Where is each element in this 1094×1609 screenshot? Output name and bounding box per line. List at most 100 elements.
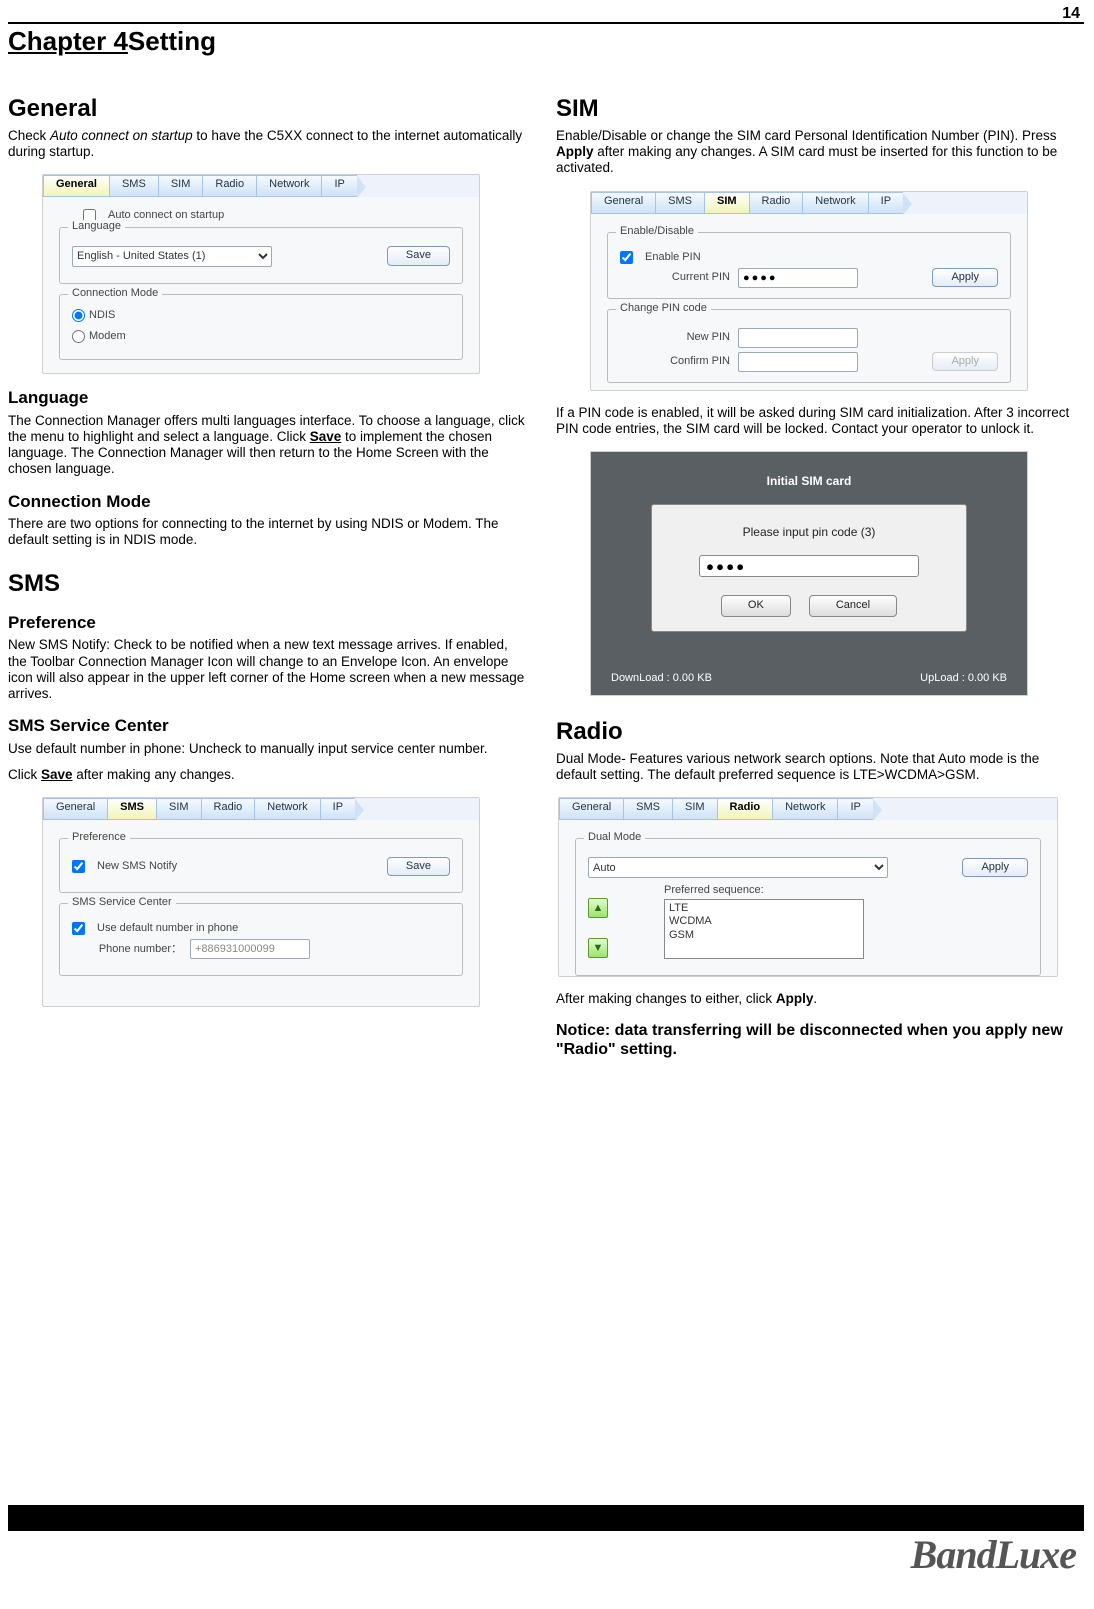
- upload-status: UpLoad : 0.00 KB: [920, 672, 1007, 685]
- new-pin-input[interactable]: [738, 328, 858, 348]
- current-pin-label: Current PIN: [620, 271, 730, 284]
- language-heading: Language: [8, 388, 526, 408]
- sim-intro: Enable/Disable or change the SIM card Pe…: [556, 128, 1074, 177]
- save-button[interactable]: Save: [387, 857, 450, 876]
- radio-heading: Radio: [556, 718, 1074, 747]
- language-legend: Language: [68, 220, 125, 233]
- tab-network[interactable]: Network: [254, 798, 319, 820]
- preference-legend: Preference: [68, 831, 130, 844]
- confirm-pin-input[interactable]: [738, 352, 858, 372]
- general-heading: General: [8, 95, 526, 124]
- dialog-banner: Initial SIM card: [591, 474, 1027, 488]
- tab-radio[interactable]: Radio: [201, 798, 255, 820]
- save-term: Save: [310, 429, 342, 444]
- sms-settings-figure: General SMS SIM Radio Network IP Prefere…: [42, 797, 480, 1007]
- tab-sim[interactable]: SIM: [704, 192, 749, 214]
- seq-item-lte[interactable]: LTE: [669, 902, 859, 915]
- tab-network[interactable]: Network: [802, 192, 867, 214]
- tab-sms[interactable]: SMS: [109, 175, 158, 197]
- tab-ip[interactable]: IP: [320, 798, 355, 820]
- dual-mode-select[interactable]: Auto: [588, 857, 888, 878]
- pin-code-input[interactable]: [699, 555, 919, 577]
- radio-ndis-label: NDIS: [89, 309, 115, 322]
- chapter-title: Setting: [128, 26, 216, 56]
- save-term: Save: [41, 767, 73, 782]
- tab-network[interactable]: Network: [772, 798, 837, 820]
- tab-sim[interactable]: SIM: [672, 798, 717, 820]
- tab-sim[interactable]: SIM: [158, 175, 203, 197]
- sms-service-center-legend: SMS Service Center: [68, 896, 176, 909]
- new-sms-notify-checkbox[interactable]: [72, 860, 85, 873]
- sim-settings-figure: General SMS SIM Radio Network IP Enable/…: [590, 191, 1028, 391]
- new-pin-label: New PIN: [620, 331, 730, 344]
- text: Check: [8, 128, 50, 143]
- new-sms-notify-label: New SMS Notify: [97, 860, 177, 873]
- sms-service-center-heading: SMS Service Center: [8, 716, 526, 736]
- move-up-button[interactable]: ▲: [588, 898, 608, 918]
- settings-tabs: General SMS SIM Radio Network IP: [559, 798, 1057, 820]
- save-button[interactable]: Save: [387, 246, 450, 265]
- tab-general[interactable]: General: [591, 192, 655, 214]
- page-top-rule: [8, 22, 1084, 24]
- radio-ndis[interactable]: [72, 309, 85, 322]
- apply-button[interactable]: Apply: [932, 268, 998, 287]
- language-body: The Connection Manager offers multi lang…: [8, 413, 526, 478]
- tab-sms[interactable]: SMS: [655, 192, 704, 214]
- tab-general[interactable]: General: [43, 798, 107, 820]
- tab-ip[interactable]: IP: [868, 192, 903, 214]
- settings-tabs: General SMS SIM Radio Network IP: [591, 192, 1027, 214]
- chapter-label: Chapter 4: [8, 26, 128, 56]
- text: after making any changes.: [73, 767, 235, 782]
- settings-tabs: General SMS SIM Radio Network IP: [43, 175, 479, 197]
- radio-notice: Notice: data transferring will be discon…: [556, 1021, 1074, 1059]
- chapter-heading: Chapter 4Setting: [8, 26, 1084, 57]
- enable-pin-label: Enable PIN: [645, 251, 701, 264]
- tab-ip[interactable]: IP: [321, 175, 356, 197]
- seq-item-gsm[interactable]: GSM: [669, 929, 859, 942]
- dual-mode-legend: Dual Mode: [584, 831, 645, 844]
- apply-button[interactable]: Apply: [962, 858, 1028, 877]
- use-default-number-label: Use default number in phone: [97, 922, 238, 935]
- use-default-number-checkbox[interactable]: [72, 922, 85, 935]
- dialog-inner: Please input pin code (3) OK Cancel: [651, 504, 967, 632]
- sms-heading: SMS: [8, 570, 526, 599]
- tab-sms[interactable]: SMS: [623, 798, 672, 820]
- tab-sim[interactable]: SIM: [156, 798, 201, 820]
- tab-network[interactable]: Network: [256, 175, 321, 197]
- connection-mode-body: There are two options for connecting to …: [8, 516, 526, 548]
- tab-radio[interactable]: Radio: [202, 175, 256, 197]
- language-select[interactable]: English - United States (1): [72, 246, 272, 267]
- tab-general[interactable]: General: [43, 175, 109, 197]
- text: after making any changes. A SIM card mus…: [556, 144, 1057, 175]
- tab-radio[interactable]: Radio: [717, 798, 773, 820]
- brand-logo: BandLuxe: [911, 1531, 1076, 1579]
- tab-radio[interactable]: Radio: [749, 192, 803, 214]
- tab-ip[interactable]: IP: [837, 798, 872, 820]
- sms-service-body1: Use default number in phone: Uncheck to …: [8, 741, 526, 757]
- radio-modem-label: Modem: [89, 330, 126, 343]
- radio-modem[interactable]: [72, 330, 85, 343]
- auto-connect-label: Auto connect on startup: [108, 209, 224, 222]
- settings-tabs: General SMS SIM Radio Network IP: [43, 798, 479, 820]
- phone-number-input[interactable]: [190, 939, 310, 959]
- general-intro: Check Auto connect on startup to have th…: [8, 128, 526, 160]
- pin-prompt: Please input pin code (3): [672, 525, 946, 539]
- preference-heading: Preference: [8, 613, 526, 633]
- radio-settings-figure: General SMS SIM Radio Network IP Dual Mo…: [558, 797, 1058, 977]
- tab-general[interactable]: General: [559, 798, 623, 820]
- move-down-button[interactable]: ▼: [588, 938, 608, 958]
- sim-note: If a PIN code is enabled, it will be ask…: [556, 405, 1074, 437]
- pin-dialog-figure: Initial SIM card Please input pin code (…: [590, 451, 1028, 696]
- ok-button[interactable]: OK: [721, 595, 791, 616]
- current-pin-input[interactable]: [738, 268, 858, 288]
- preferred-sequence-list[interactable]: LTE WCDMA GSM: [664, 899, 864, 959]
- sms-service-body2: Click Save after making any changes.: [8, 767, 526, 783]
- tab-sms[interactable]: SMS: [107, 798, 156, 820]
- left-column: General Check Auto connect on startup to…: [8, 87, 526, 1061]
- connection-mode-legend: Connection Mode: [68, 287, 162, 300]
- radio-body: Dual Mode- Features various network sear…: [556, 751, 1074, 783]
- seq-item-wcdma[interactable]: WCDMA: [669, 915, 859, 928]
- cancel-button[interactable]: Cancel: [809, 595, 897, 616]
- enable-pin-checkbox[interactable]: [620, 251, 633, 264]
- change-pin-legend: Change PIN code: [616, 302, 711, 315]
